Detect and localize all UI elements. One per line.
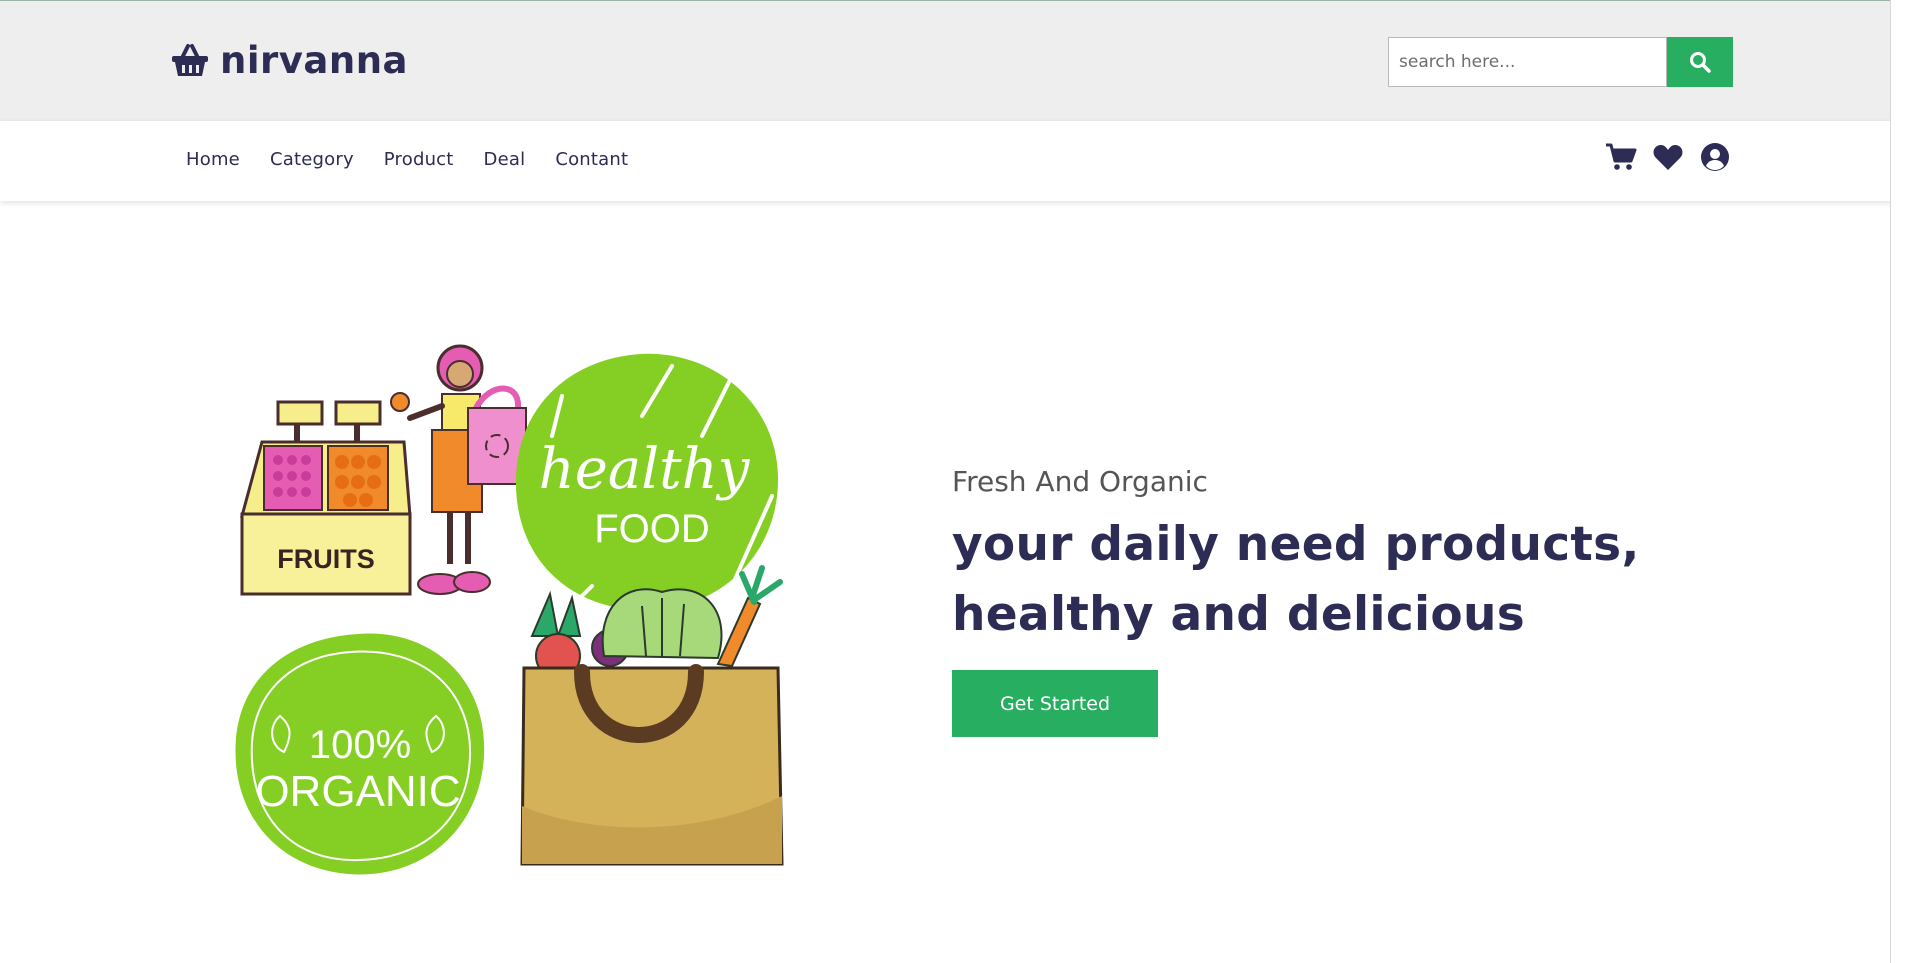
nav-link-product[interactable]: Product: [384, 149, 454, 170]
stand-sign-text: FRUITS: [277, 544, 375, 574]
fruit-stand: FRUITS: [240, 400, 412, 596]
badge-percent-text: 100%: [309, 723, 411, 767]
hero-subtitle: Fresh And Organic: [952, 465, 1208, 498]
scrollbar-track[interactable]: [1890, 0, 1906, 963]
nav-link-deal[interactable]: Deal: [484, 149, 526, 170]
cart-button[interactable]: [1605, 141, 1637, 173]
logo-text: nirvanna: [220, 38, 409, 82]
wishlist-button[interactable]: [1652, 141, 1684, 173]
nav-link-category[interactable]: Category: [270, 149, 354, 170]
nav-link-home[interactable]: Home: [186, 149, 240, 170]
healthy-food-badge: healthy FOOD: [515, 353, 779, 611]
grocery-illustration: FRUITS healthy FOOD 100% ORGANIC: [235, 344, 784, 875]
basket-icon: [172, 44, 208, 76]
main-nav: Home Category Product Deal Contant: [186, 149, 658, 170]
search-input[interactable]: [1388, 37, 1667, 87]
hero-illustration: FRUITS healthy FOOD 100% ORGANIC: [232, 336, 812, 876]
cart-icon: [1606, 143, 1637, 170]
page: nirvanna Home Category Product Deal Cont…: [0, 0, 1906, 963]
header-nav: Home Category Product Deal Contant: [0, 121, 1906, 201]
search-form: [1388, 37, 1733, 87]
get-started-button[interactable]: Get Started: [952, 670, 1158, 737]
nav-link-contant[interactable]: Contant: [555, 149, 628, 170]
badge-food-text: FOOD: [594, 507, 710, 551]
hero-content: Fresh And Organic your daily need produc…: [952, 465, 1832, 737]
organic-badge: 100% ORGANIC: [235, 633, 485, 875]
user-actions: [1605, 141, 1746, 173]
vegetable-bag: [520, 565, 784, 866]
search-button[interactable]: [1667, 37, 1733, 87]
header-top: nirvanna: [0, 1, 1906, 121]
search-icon: [1690, 52, 1711, 73]
heart-icon: [1653, 145, 1683, 170]
badge-healthy-text: healthy: [539, 437, 751, 502]
account-button[interactable]: [1699, 141, 1731, 173]
badge-organic-text: ORGANIC: [255, 767, 460, 816]
logo-link[interactable]: nirvanna: [170, 35, 408, 85]
hero-title: your daily need products, healthy and de…: [952, 517, 1640, 642]
user-circle-icon: [1701, 143, 1729, 171]
